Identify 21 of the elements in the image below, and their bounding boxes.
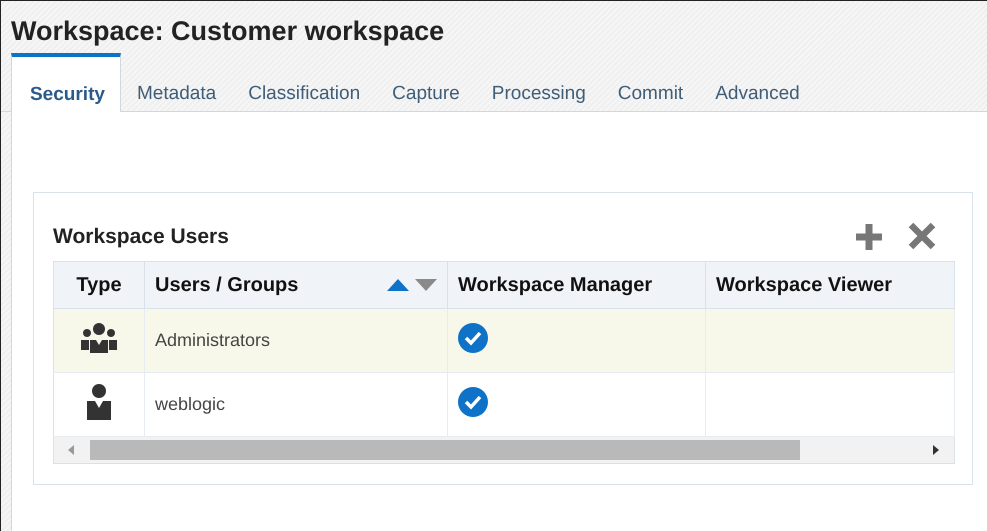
- column-header[interactable]: Users / Groups: [144, 262, 448, 308]
- tab[interactable]: Capture: [376, 53, 476, 111]
- group-icon: [79, 322, 119, 354]
- tab[interactable]: Security: [11, 53, 121, 112]
- column-header: Workspace Viewer: [706, 262, 954, 308]
- column-header: Workspace Manager: [448, 262, 706, 308]
- tab[interactable]: Advanced: [699, 53, 816, 111]
- user-icon: [86, 384, 112, 420]
- tab[interactable]: Commit: [602, 53, 700, 111]
- tab[interactable]: Processing: [476, 53, 602, 111]
- sort-ascending-icon[interactable]: [387, 279, 409, 291]
- column-header: Type: [54, 262, 144, 308]
- panel-title: Workspace Users: [53, 225, 229, 249]
- sort-descending-icon[interactable]: [415, 279, 437, 291]
- tab[interactable]: Classification: [232, 53, 376, 111]
- tab[interactable]: Metadata: [120, 53, 232, 111]
- table-row[interactable]: Administrators: [54, 308, 954, 372]
- column-label: Users / Groups: [155, 274, 298, 296]
- table-cell: Administrators: [144, 308, 448, 372]
- page-title: Workspace: Customer workspace: [10, 15, 446, 48]
- add-icon[interactable]: [853, 221, 885, 253]
